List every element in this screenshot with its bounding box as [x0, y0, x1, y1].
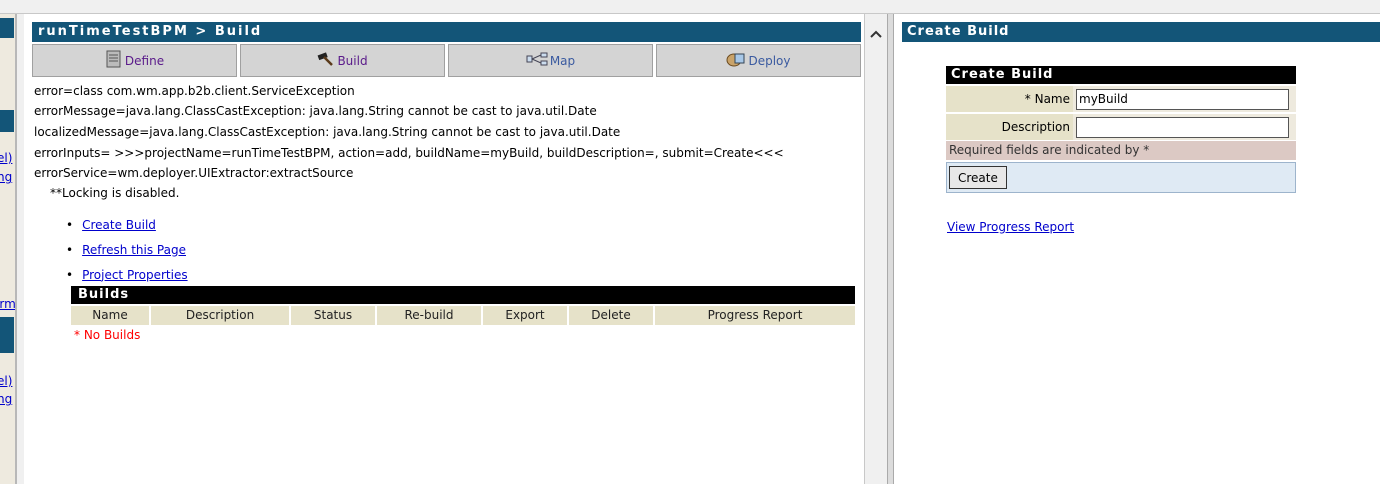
left-frame-bar: [0, 317, 14, 353]
list-item: Refresh this Page: [66, 237, 188, 262]
top-strip: [0, 0, 1380, 14]
left-frame-link[interactable]: el): [0, 151, 12, 165]
tab-label: Deploy: [748, 53, 791, 68]
locking-note: **Locking is disabled.: [50, 186, 180, 200]
description-label: Description: [946, 114, 1073, 140]
tab-map[interactable]: Map: [448, 44, 653, 77]
tab-define[interactable]: Define: [32, 44, 237, 77]
column-header-export: Export: [483, 306, 567, 325]
column-header-status: Status: [291, 306, 375, 325]
tab-label: Define: [124, 53, 165, 68]
create-build-form: Create Build * Name Description Required…: [946, 66, 1296, 193]
tab-bar: Define Build Map Deploy: [32, 44, 861, 77]
left-frame-link[interactable]: ng: [0, 170, 12, 184]
main-frame: runTimeTestBPM > Build Define Build Map …: [24, 14, 864, 484]
left-frame-link[interactable]: el): [0, 374, 12, 388]
column-header-rebuild: Re-build: [377, 306, 481, 325]
required-fields-note: Required fields are indicated by *: [946, 141, 1296, 160]
description-input[interactable]: [1076, 116, 1289, 138]
column-header-delete: Delete: [569, 306, 653, 325]
error-inputs-line: errorInputs= >>>projectName=runTimeTestB…: [34, 146, 784, 160]
column-header-name: Name: [71, 306, 149, 325]
tab-build[interactable]: Build: [240, 44, 445, 77]
form-header: Create Build: [946, 66, 1296, 84]
create-build-link[interactable]: Create Build: [82, 218, 156, 232]
error-line: error=class com.wm.app.b2b.client.Servic…: [34, 84, 355, 98]
frame-divider[interactable]: [887, 14, 894, 484]
description-row: Description: [946, 114, 1296, 140]
view-progress-report-link[interactable]: View Progress Report: [947, 220, 1074, 234]
refresh-page-link[interactable]: Refresh this Page: [82, 243, 186, 257]
hammer-icon: [317, 51, 335, 71]
list-item: Project Properties: [66, 262, 188, 287]
tab-label: Build: [337, 53, 368, 68]
document-icon: [105, 50, 123, 72]
scroll-up-icon[interactable]: [868, 28, 884, 44]
name-input[interactable]: [1076, 88, 1289, 110]
left-frame: el) ng orm el) ng: [0, 14, 17, 484]
error-service-line: errorService=wm.deployer.UIExtractor:ext…: [34, 166, 354, 180]
name-cell: [1073, 86, 1296, 112]
left-frame-link[interactable]: orm: [0, 297, 15, 311]
package-icon: [726, 51, 746, 71]
form-button-row: Create: [946, 162, 1296, 193]
right-frame: Create Build Create Build * Name Descrip…: [894, 14, 1380, 484]
tab-label: Map: [549, 53, 576, 68]
description-cell: [1073, 114, 1296, 140]
column-header-description: Description: [151, 306, 289, 325]
tab-deploy[interactable]: Deploy: [656, 44, 861, 77]
list-item: Create Build: [66, 212, 188, 237]
name-row: * Name: [946, 86, 1296, 112]
builds-table-title: Builds: [71, 286, 855, 304]
create-button[interactable]: Create: [949, 166, 1007, 189]
page-title: runTimeTestBPM > Build: [32, 22, 861, 42]
error-message-line: errorMessage=java.lang.ClassCastExceptio…: [34, 104, 597, 118]
left-frame-link[interactable]: ng: [0, 392, 12, 406]
action-links: Create Build Refresh this Page Project P…: [66, 212, 188, 287]
builds-table-header: Name Description Status Re-build Export …: [71, 306, 855, 325]
main-scrollbar[interactable]: [864, 14, 887, 484]
project-properties-link[interactable]: Project Properties: [82, 268, 188, 282]
right-frame-title: Create Build: [902, 22, 1380, 42]
map-icon: [526, 51, 548, 71]
column-header-progress-report: Progress Report: [655, 306, 855, 325]
left-frame-bar: [0, 110, 14, 132]
left-frame-bar: [0, 18, 14, 38]
no-builds-message: * No Builds: [74, 328, 141, 342]
localized-message-line: localizedMessage=java.lang.ClassCastExce…: [34, 125, 621, 139]
name-label: * Name: [946, 86, 1073, 112]
